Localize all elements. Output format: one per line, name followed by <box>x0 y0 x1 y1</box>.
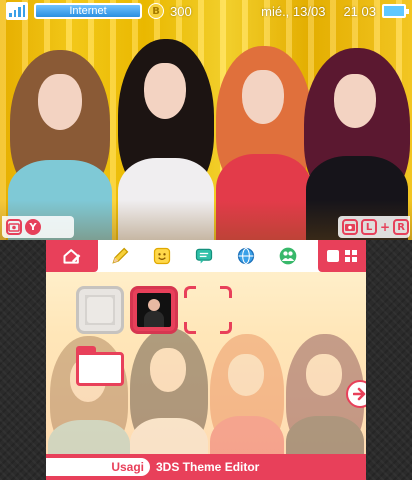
pencil-button[interactable] <box>106 243 134 269</box>
friends-icon <box>279 247 297 265</box>
empty-app-slot[interactable] <box>76 286 124 334</box>
plus-label: + <box>380 220 391 234</box>
app-grid <box>46 272 366 448</box>
scroll-right-button[interactable] <box>346 380 366 408</box>
folder-icon[interactable] <box>76 346 124 386</box>
camera-shortcut[interactable]: Y <box>2 216 74 238</box>
l-button-icon: L <box>361 219 377 235</box>
author-label: Usagi <box>46 458 150 476</box>
play-coins-count: 300 <box>170 3 192 19</box>
y-button-icon: Y <box>25 219 41 235</box>
signal-strength-icon <box>6 2 28 20</box>
pencil-icon <box>112 247 129 264</box>
r-button-icon: R <box>393 219 410 235</box>
connection-indicator: Internet <box>34 3 142 19</box>
chat-icon <box>195 248 213 264</box>
settings-edit-button[interactable] <box>46 240 98 272</box>
globe-icon <box>237 247 255 265</box>
browser-button[interactable] <box>232 243 260 269</box>
brightness-icon[interactable] <box>326 249 340 263</box>
camera-icon <box>342 219 358 235</box>
status-bar: Internet B 300 mié., 13/03 21 03 <box>0 0 412 22</box>
home-settings-buttons <box>318 240 366 272</box>
friends-button[interactable] <box>274 243 302 269</box>
battery-icon <box>382 4 409 18</box>
notifications-button[interactable] <box>190 243 218 269</box>
play-coin-icon: B <box>148 3 164 19</box>
screenshot-shortcut[interactable]: L + R <box>338 216 410 238</box>
settings-edit-icon <box>63 249 81 264</box>
top-screen: Internet B 300 mié., 13/03 21 03 Y L + R <box>0 0 412 240</box>
credit-bar: Usagi 3DS Theme Editor <box>46 454 366 480</box>
app-thumbnail <box>137 293 171 327</box>
selected-app-icon[interactable] <box>130 286 178 334</box>
camera-icon <box>6 219 22 235</box>
arrow-right-icon <box>353 387 366 401</box>
smiley-icon <box>153 247 171 265</box>
toolbar <box>46 240 366 272</box>
date-display: mié., 13/03 <box>261 3 326 19</box>
mii-button[interactable] <box>148 243 176 269</box>
bottom-screen: Usagi 3DS Theme Editor <box>46 240 366 480</box>
tool-label: 3DS Theme Editor <box>156 460 260 474</box>
time-display: 21 03 <box>343 3 376 19</box>
selection-cursor[interactable] <box>184 286 232 334</box>
home-menu-grid-icon[interactable] <box>344 249 358 263</box>
